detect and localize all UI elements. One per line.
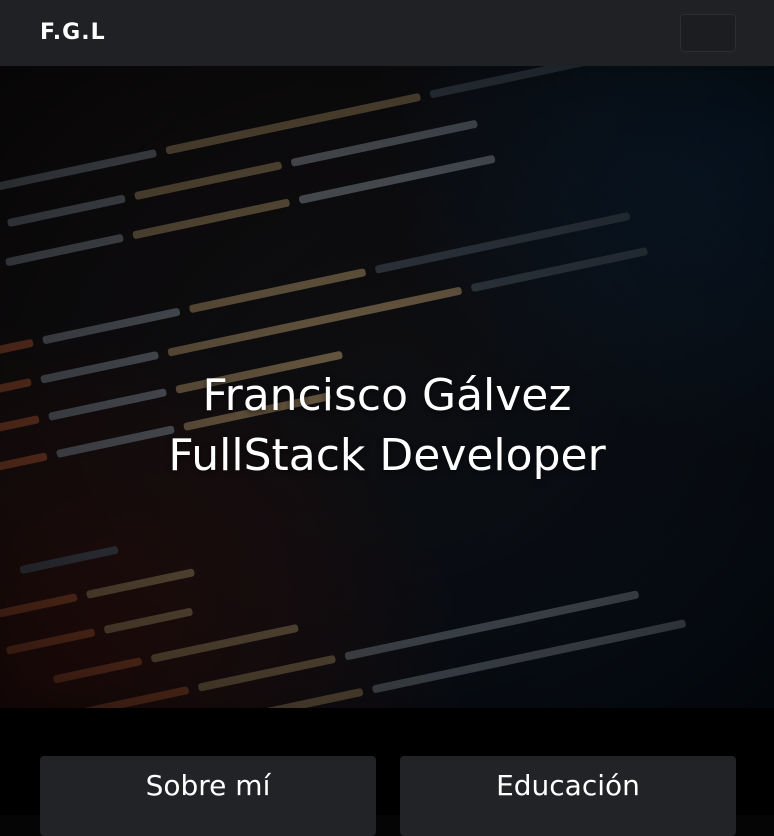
brand-logo[interactable]: F.G.L (40, 20, 106, 46)
menu-toggle-button[interactable] (680, 14, 736, 52)
top-navbar: F.G.L (0, 0, 774, 66)
about-card[interactable]: Sobre mí (40, 756, 376, 836)
hero-title: Francisco Gálvez FullStack Developer (0, 366, 774, 486)
education-card-title: Educación (496, 769, 640, 802)
section-cards: Sobre mí Educación (0, 708, 774, 836)
hero-banner: Francisco Gálvez FullStack Developer (0, 66, 774, 708)
hero-name: Francisco Gálvez (202, 370, 572, 421)
hero-role: FullStack Developer (168, 430, 606, 481)
about-card-title: Sobre mí (145, 769, 271, 802)
education-card[interactable]: Educación (400, 756, 736, 836)
